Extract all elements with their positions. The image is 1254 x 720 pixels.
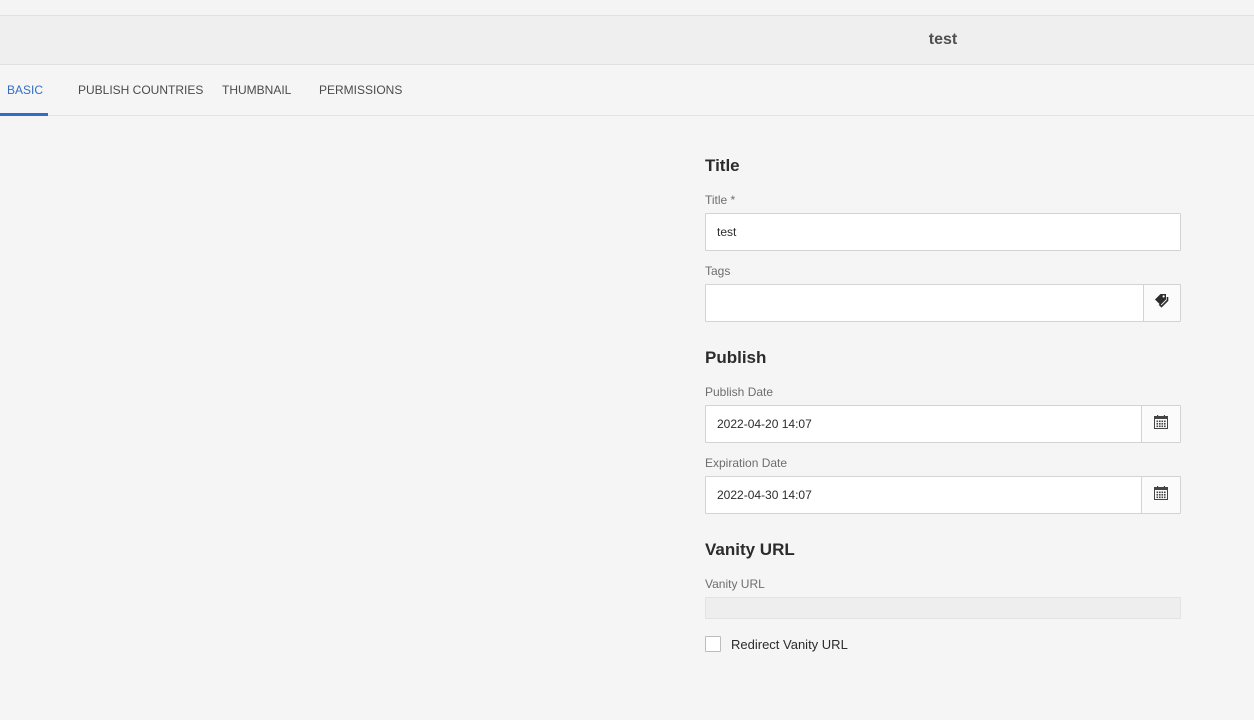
- expiration-date-value: 2022-04-30 14:07: [717, 488, 812, 502]
- section-heading-publish: Publish: [705, 348, 767, 367]
- publish-date-label: Publish Date: [705, 385, 774, 399]
- title-field-value: test: [717, 225, 737, 239]
- tab-bar: BASIC PUBLISH COUNTRIES THUMBNAIL PERMIS…: [0, 65, 1254, 116]
- tab-permissions[interactable]: PERMISSIONS: [319, 65, 402, 115]
- tags-field[interactable]: [705, 284, 1181, 322]
- active-tab-indicator: [0, 113, 48, 116]
- expiration-date-calendar-button[interactable]: [1141, 477, 1180, 513]
- publish-date-field[interactable]: 2022-04-20 14:07: [705, 405, 1181, 443]
- vanity-url-label: Vanity URL: [705, 577, 765, 591]
- title-bar: test: [0, 16, 1254, 65]
- redirect-vanity-url-label[interactable]: Redirect Vanity URL: [731, 637, 848, 652]
- tags-field-label: Tags: [705, 264, 731, 278]
- redirect-vanity-url-row: Redirect Vanity URL: [705, 635, 848, 653]
- publish-date-calendar-button[interactable]: [1141, 406, 1180, 442]
- calendar-icon: [1153, 485, 1169, 506]
- tab-basic[interactable]: BASIC: [7, 65, 43, 115]
- title-field-label: Title *: [705, 193, 736, 207]
- tab-publish-countries[interactable]: PUBLISH COUNTRIES: [78, 65, 203, 115]
- section-heading-vanity-url: Vanity URL: [705, 540, 795, 559]
- title-field[interactable]: test: [705, 213, 1181, 251]
- publish-date-value: 2022-04-20 14:07: [717, 417, 812, 431]
- expiration-date-label: Expiration Date: [705, 456, 788, 470]
- tag-icon: [1154, 293, 1170, 314]
- tab-thumbnail[interactable]: THUMBNAIL: [222, 65, 291, 115]
- redirect-vanity-url-checkbox[interactable]: [705, 636, 721, 652]
- calendar-icon: [1153, 414, 1169, 435]
- page-title: test: [928, 31, 958, 48]
- top-strip: [0, 0, 1254, 16]
- tag-picker-button[interactable]: [1143, 285, 1180, 321]
- section-heading-title: Title: [705, 156, 740, 175]
- expiration-date-field[interactable]: 2022-04-30 14:07: [705, 476, 1181, 514]
- vanity-url-field[interactable]: [705, 597, 1181, 619]
